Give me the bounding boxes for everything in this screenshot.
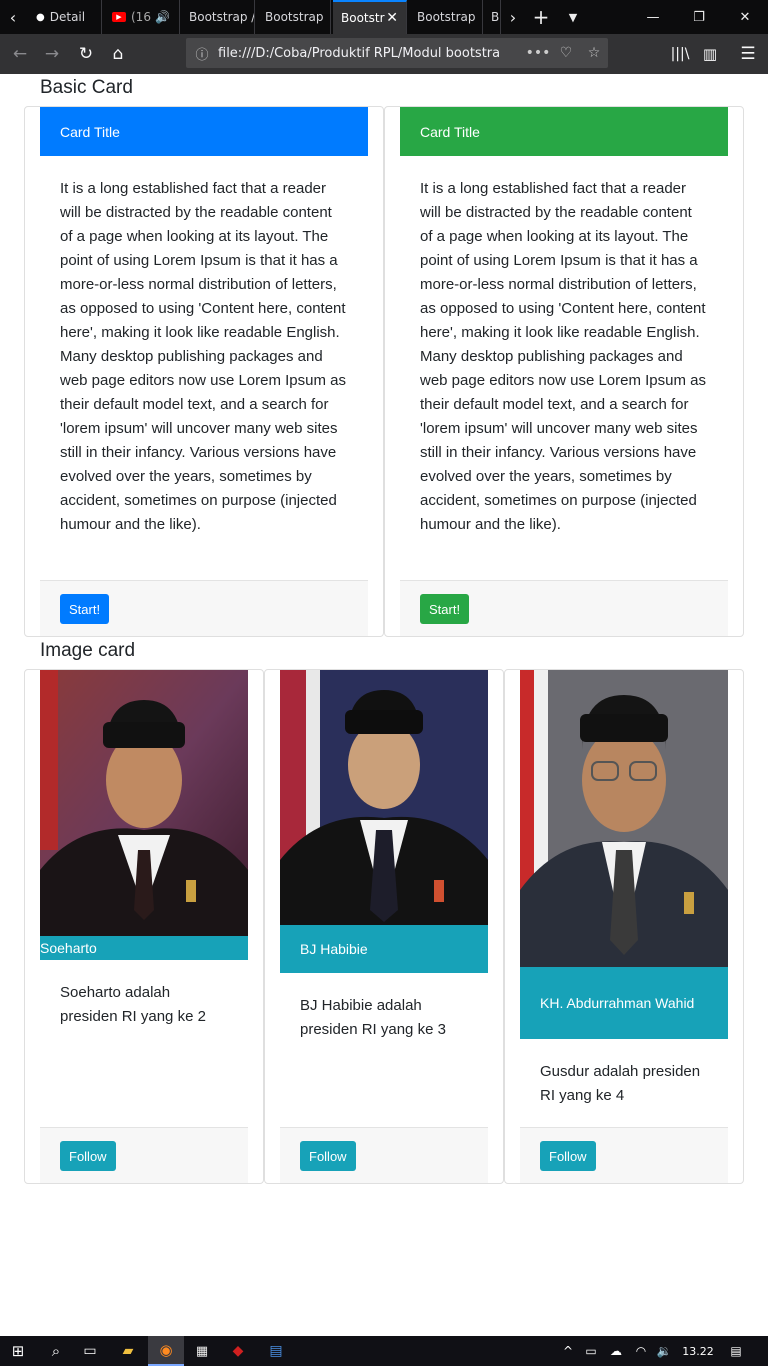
follow-button[interactable]: Follow [540, 1141, 596, 1171]
menu-icon[interactable]: ☰ [734, 40, 762, 68]
basic-card-2: Card Title It is a long established fact… [384, 106, 744, 637]
browser-tab-strip: ‹ ● Detail ▶ (16 🔊 Bootstrap / Bootstrap… [0, 0, 768, 34]
portrait-photo [40, 670, 248, 936]
card-header: Card Title [400, 107, 728, 156]
card-footer: Start! [40, 580, 368, 636]
card-header: Card Title [40, 107, 368, 156]
start-button[interactable]: Start! [420, 594, 470, 624]
wifi-icon[interactable]: ◠ [630, 1336, 652, 1366]
chevron-down-icon[interactable]: ▼ [560, 0, 586, 34]
tab-label: Bootstrap [265, 10, 324, 24]
tab-label: Bootstrap / [189, 10, 255, 24]
start-button[interactable]: Start! [60, 594, 110, 624]
reload-icon[interactable]: ↻ [72, 40, 100, 68]
card-header: Soeharto [40, 936, 248, 960]
follow-button[interactable]: Follow [60, 1141, 116, 1171]
follow-button[interactable]: Follow [300, 1141, 356, 1171]
app-window-icon[interactable]: ▤ [258, 1336, 294, 1366]
portrait-photo [520, 670, 728, 967]
new-tab-icon[interactable]: + [528, 0, 554, 34]
battery-icon[interactable]: ▭ [580, 1336, 602, 1366]
card-footer: Follow [280, 1127, 488, 1183]
close-window-icon[interactable]: ✕ [722, 0, 768, 34]
image-card-2: BJ Habibie BJ Habibie adalah presiden RI… [264, 669, 504, 1184]
search-icon[interactable]: ⌕ [38, 1336, 74, 1366]
minimize-icon[interactable]: — [630, 0, 676, 34]
store-icon[interactable]: ▦ [184, 1336, 220, 1366]
basic-card-section-title: Basic Card [40, 77, 133, 98]
library-icon[interactable]: |||\ [666, 40, 694, 68]
task-view-icon[interactable]: ▭ [72, 1336, 108, 1366]
portrait-image [40, 670, 248, 936]
tab-label: Detail [49, 10, 86, 24]
tab-detail[interactable]: ● Detail [28, 0, 102, 34]
onedrive-icon[interactable]: ☁ [604, 1336, 628, 1366]
back-icon[interactable]: ← [6, 40, 34, 68]
portrait-photo [280, 670, 488, 925]
tab-bootstrap-active[interactable]: Bootstr ✕ [333, 0, 407, 34]
sidebar-icon[interactable]: ▥ [696, 40, 724, 68]
restore-icon[interactable]: ❐ [676, 0, 722, 34]
card-text: BJ Habibie adalah presiden RI yang ke 3 [300, 997, 446, 1038]
card-text: It is a long established fact that a rea… [420, 180, 706, 533]
windows-taskbar: ⊞ ⌕ ▭ ▰ ◉ ▦ ◆ ▤ ^ ▭ ☁ ◠ 🔉 13.22 ▤ [0, 1336, 768, 1366]
file-explorer-icon[interactable]: ▰ [110, 1336, 146, 1366]
card-text: Gusdur adalah presiden RI yang ke 4 [540, 1063, 701, 1104]
speaker-icon[interactable]: 🔊 [155, 10, 170, 24]
url-bar[interactable]: ⓘ file:///D:/Coba/Produktif RPL/Modul bo… [186, 38, 608, 68]
browser-toolbar: ← → ↻ ⌂ ⓘ file:///D:/Coba/Produktif RPL/… [0, 34, 768, 74]
tab-bootstrap-1[interactable]: Bootstrap / [181, 0, 255, 34]
tab-youtube[interactable]: ▶ (16 🔊 [104, 0, 180, 34]
tab-scroll-right-icon[interactable]: › [500, 0, 526, 34]
home-icon[interactable]: ⌂ [104, 40, 132, 68]
tab-label: (16 [131, 10, 151, 24]
windows-start-icon[interactable]: ⊞ [0, 1336, 36, 1366]
volume-icon[interactable]: 🔉 [652, 1336, 676, 1366]
firefox-icon[interactable]: ◉ [148, 1336, 184, 1366]
portrait-image [520, 670, 728, 967]
bookmark-star-icon[interactable]: ☆ [580, 45, 608, 61]
image-card-3: KH. Abdurrahman Wahid Gusdur adalah pres… [504, 669, 744, 1184]
tab-label: B [491, 10, 500, 24]
chevron-up-icon[interactable]: ^ [558, 1336, 578, 1366]
card-header: BJ Habibie [280, 925, 488, 973]
tab-label: Bootstrap [417, 10, 476, 24]
portrait-image [280, 670, 488, 925]
card-header: KH. Abdurrahman Wahid [520, 967, 728, 1039]
dot-icon: ● [36, 11, 45, 23]
basic-card-1: Card Title It is a long established fact… [24, 106, 384, 637]
forward-icon[interactable]: → [38, 40, 66, 68]
image-card-1: Soeharto Soeharto adalah presiden RI yan… [24, 669, 264, 1184]
card-footer: Follow [520, 1127, 728, 1183]
card-text: It is a long established fact that a rea… [60, 180, 346, 533]
page-content: Basic Card Card Title It is a long estab… [0, 74, 768, 1336]
clock[interactable]: 13.22 [678, 1336, 718, 1366]
pocket-icon[interactable]: ♡ [552, 45, 580, 61]
close-tab-icon[interactable]: ✕ [386, 10, 398, 26]
tab-label: Bootstr [341, 11, 385, 25]
tab-bootstrap-2[interactable]: Bootstrap [257, 0, 331, 34]
tab-scroll-left-icon[interactable]: ‹ [0, 0, 26, 34]
youtube-icon: ▶ [112, 12, 126, 22]
info-icon[interactable]: ⓘ [186, 44, 218, 63]
page-actions-icon[interactable]: ••• [524, 45, 552, 61]
url-text[interactable]: file:///D:/Coba/Produktif RPL/Modul boot… [218, 46, 524, 61]
card-footer: Follow [40, 1127, 248, 1183]
image-card-section-title: Image card [40, 640, 136, 661]
app-icon[interactable]: ◆ [220, 1336, 256, 1366]
tab-bootstrap-3[interactable]: Bootstrap [409, 0, 483, 34]
tab-bootstrap-4[interactable]: B [485, 0, 501, 34]
card-footer: Start! [400, 580, 728, 636]
notification-icon[interactable]: ▤ [724, 1336, 748, 1366]
card-text: Soeharto adalah presiden RI yang ke 2 [60, 984, 206, 1025]
